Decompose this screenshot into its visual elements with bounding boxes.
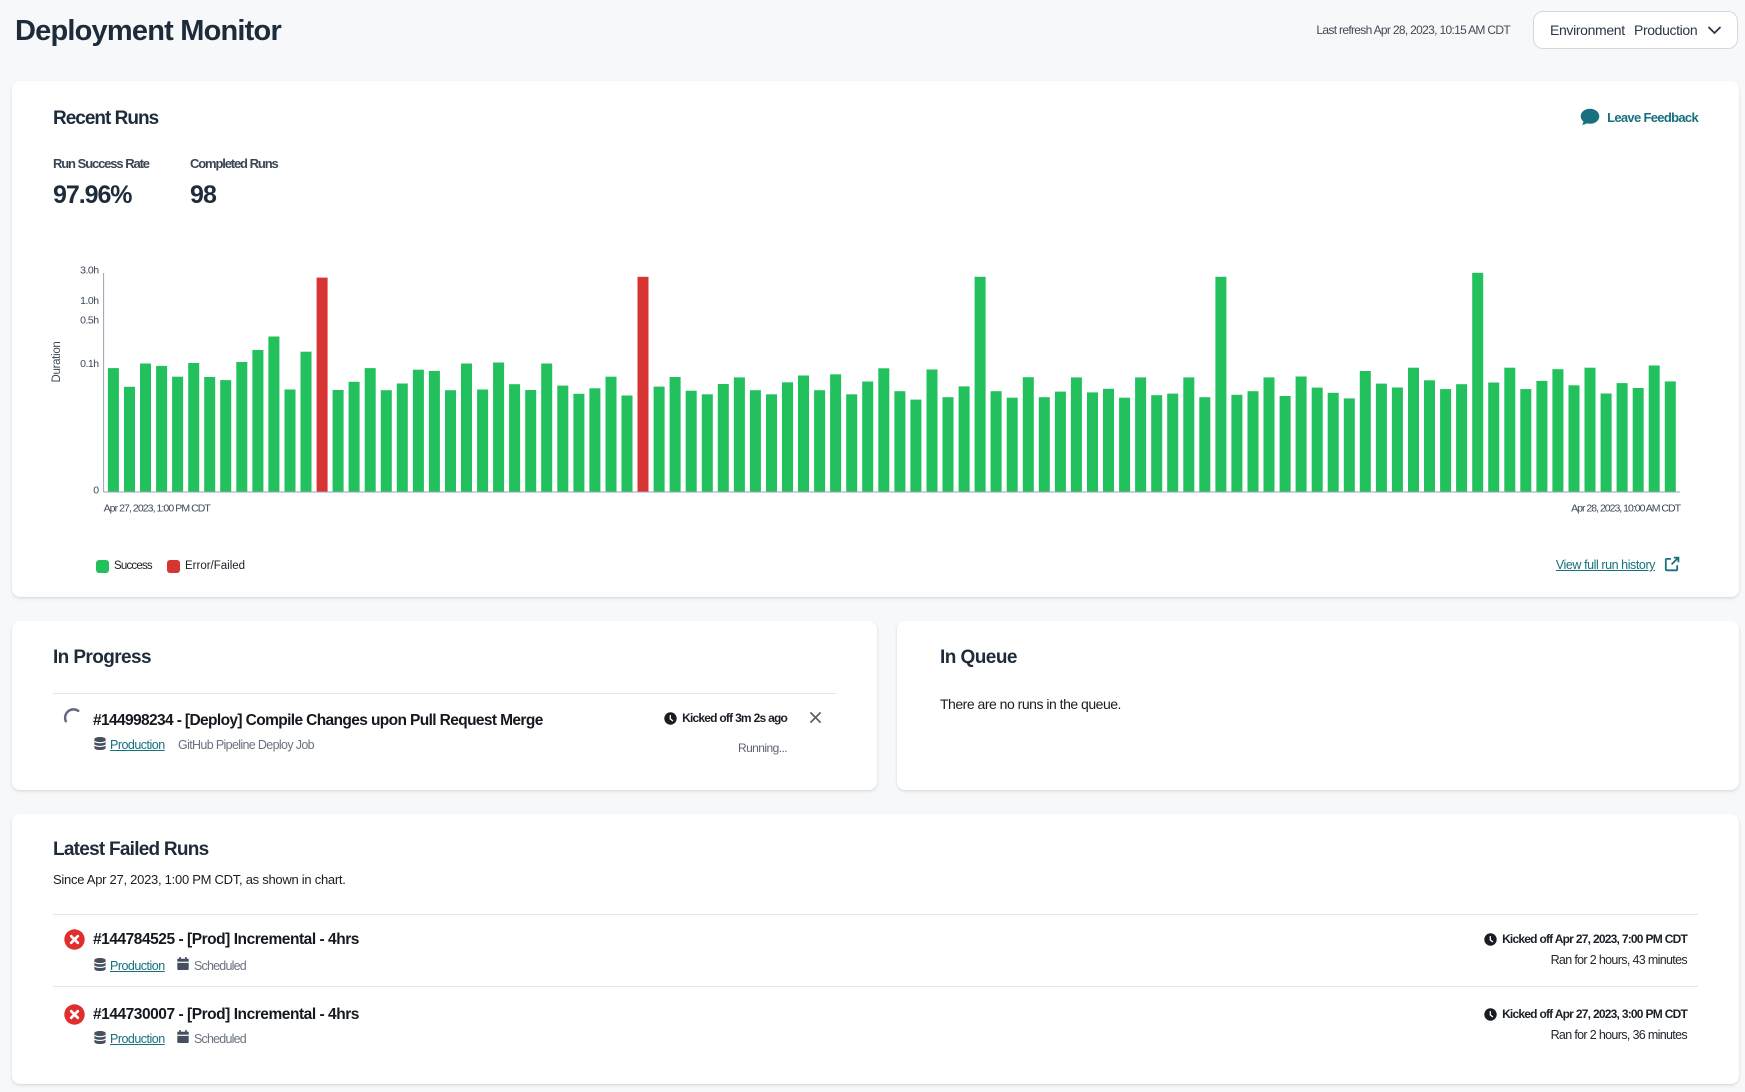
svg-text:1.0h: 1.0h xyxy=(80,295,99,307)
svg-text:Apr 27, 2023, 1:00 PM CDT: Apr 27, 2023, 1:00 PM CDT xyxy=(104,502,212,514)
svg-text:0: 0 xyxy=(93,484,99,496)
svg-text:0.1h: 0.1h xyxy=(80,358,99,370)
svg-text:3.0h: 3.0h xyxy=(80,265,99,277)
svg-text:0.5h: 0.5h xyxy=(80,315,99,327)
svg-text:Apr 28, 2023, 10:00 AM CDT: Apr 28, 2023, 10:00 AM CDT xyxy=(1571,502,1681,514)
svg-text:Duration: Duration xyxy=(51,342,63,383)
